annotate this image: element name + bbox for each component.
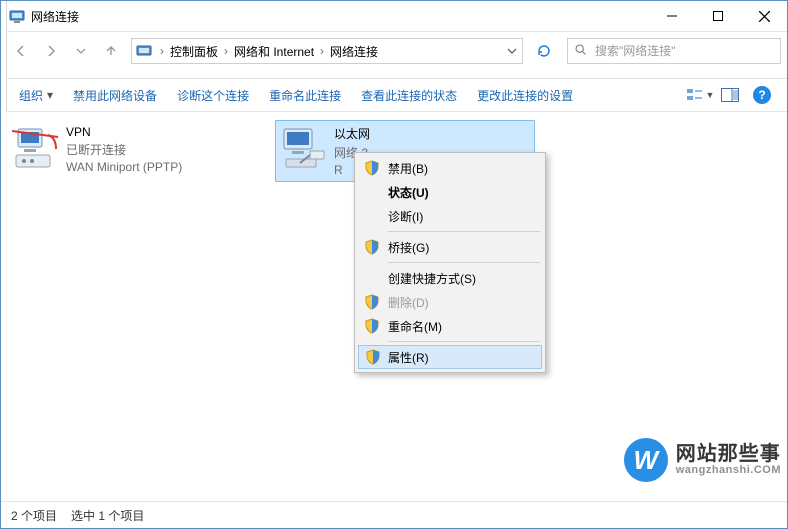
context-menu-item[interactable]: 状态(U)	[358, 180, 542, 204]
location-icon	[136, 43, 152, 59]
context-menu-item[interactable]: 诊断(I)	[358, 204, 542, 228]
watermark-cn: 网站那些事	[676, 444, 781, 465]
search-input[interactable]	[593, 43, 774, 59]
title-bar: 网络连接	[1, 1, 787, 32]
view-status-button[interactable]: 查看此连接的状态	[351, 79, 467, 111]
recent-dropdown[interactable]	[67, 37, 95, 65]
menu-separator	[388, 262, 540, 263]
app-icon	[9, 8, 25, 24]
back-button[interactable]	[7, 37, 35, 65]
organize-button[interactable]: 组织 ▾	[9, 79, 63, 111]
maximize-button[interactable]	[695, 1, 741, 31]
forward-button[interactable]	[37, 37, 65, 65]
address-bar[interactable]: › 控制面板 › 网络和 Internet › 网络连接	[131, 38, 523, 64]
organize-label: 组织	[19, 87, 43, 104]
network-device: WAN Miniport (PPTP)	[66, 160, 182, 174]
breadcrumb[interactable]: 网络连接	[326, 43, 382, 60]
address-dropdown[interactable]	[502, 46, 522, 56]
change-settings-button[interactable]: 更改此连接的设置	[467, 79, 583, 111]
menu-separator	[388, 341, 540, 342]
view-options-button[interactable]: ▼	[685, 81, 715, 109]
status-bar: 2 个项目 选中 1 个项目	[1, 501, 787, 528]
context-menu-item[interactable]: 属性(R)	[358, 345, 542, 369]
context-menu-label: 禁用(B)	[388, 160, 428, 177]
search-icon	[574, 43, 587, 59]
breadcrumb[interactable]: 控制面板	[166, 43, 222, 60]
shield-icon	[364, 239, 380, 255]
content-area: VPN已断开连接WAN Miniport (PPTP)以太网网络 2R 禁用(B…	[1, 112, 787, 504]
menu-separator	[388, 231, 540, 232]
context-menu-item[interactable]: 创建快捷方式(S)	[358, 266, 542, 290]
refresh-button[interactable]	[529, 38, 559, 64]
preview-pane-button[interactable]	[715, 81, 745, 109]
rename-button[interactable]: 重命名此连接	[259, 79, 351, 111]
context-menu-item: 删除(D)	[358, 290, 542, 314]
context-menu-label: 属性(R)	[388, 349, 429, 366]
diagnose-button[interactable]: 诊断这个连接	[167, 79, 259, 111]
command-bar: 组织 ▾ 禁用此网络设备 诊断这个连接 重命名此连接 查看此连接的状态 更改此连…	[1, 78, 787, 112]
shield-icon	[364, 160, 380, 176]
context-menu-label: 诊断(I)	[388, 208, 423, 225]
window-title: 网络连接	[31, 8, 79, 25]
disable-device-button[interactable]: 禁用此网络设备	[63, 79, 167, 111]
status-selected: 选中 1 个项目	[71, 507, 144, 524]
chevron-right-icon[interactable]: ›	[318, 44, 326, 58]
context-menu-label: 状态(U)	[388, 184, 429, 201]
context-menu-label: 桥接(G)	[388, 239, 429, 256]
nav-bar: › 控制面板 › 网络和 Internet › 网络连接	[1, 32, 787, 70]
shield-icon	[364, 294, 380, 310]
network-name: 以太网	[334, 125, 370, 142]
shield-icon	[364, 318, 380, 334]
minimize-button[interactable]	[649, 1, 695, 31]
breadcrumb[interactable]: 网络和 Internet	[230, 43, 318, 60]
watermark: W 网站那些事 wangzhanshi.COM	[624, 438, 781, 482]
watermark-badge: W	[624, 438, 668, 482]
chevron-right-icon[interactable]: ›	[158, 44, 166, 58]
status-count: 2 个项目	[11, 507, 57, 524]
chevron-down-icon: ▾	[47, 88, 53, 102]
network-icon	[12, 125, 60, 173]
shield-icon	[365, 349, 381, 365]
help-button[interactable]: ?	[753, 86, 771, 104]
context-menu-label: 创建快捷方式(S)	[388, 270, 476, 287]
context-menu-label: 删除(D)	[388, 294, 429, 311]
network-icon	[280, 125, 328, 173]
close-button[interactable]	[741, 1, 787, 31]
network-status: 已断开连接	[66, 141, 182, 158]
up-button[interactable]	[97, 37, 125, 65]
context-menu-label: 重命名(M)	[388, 318, 442, 335]
context-menu-item[interactable]: 桥接(G)	[358, 235, 542, 259]
context-menu: 禁用(B) 状态(U) 诊断(I) 桥接(G) 创建快捷方式(S) 删除(D) 重命名(M)…	[354, 152, 546, 373]
search-box[interactable]	[567, 38, 781, 64]
chevron-right-icon[interactable]: ›	[222, 44, 230, 58]
context-menu-item[interactable]: 禁用(B)	[358, 156, 542, 180]
network-name: VPN	[66, 125, 182, 139]
context-menu-item[interactable]: 重命名(M)	[358, 314, 542, 338]
network-item-vpn[interactable]: VPN 已断开连接 WAN Miniport (PPTP)	[7, 120, 267, 179]
watermark-en: wangzhanshi.COM	[676, 465, 781, 477]
